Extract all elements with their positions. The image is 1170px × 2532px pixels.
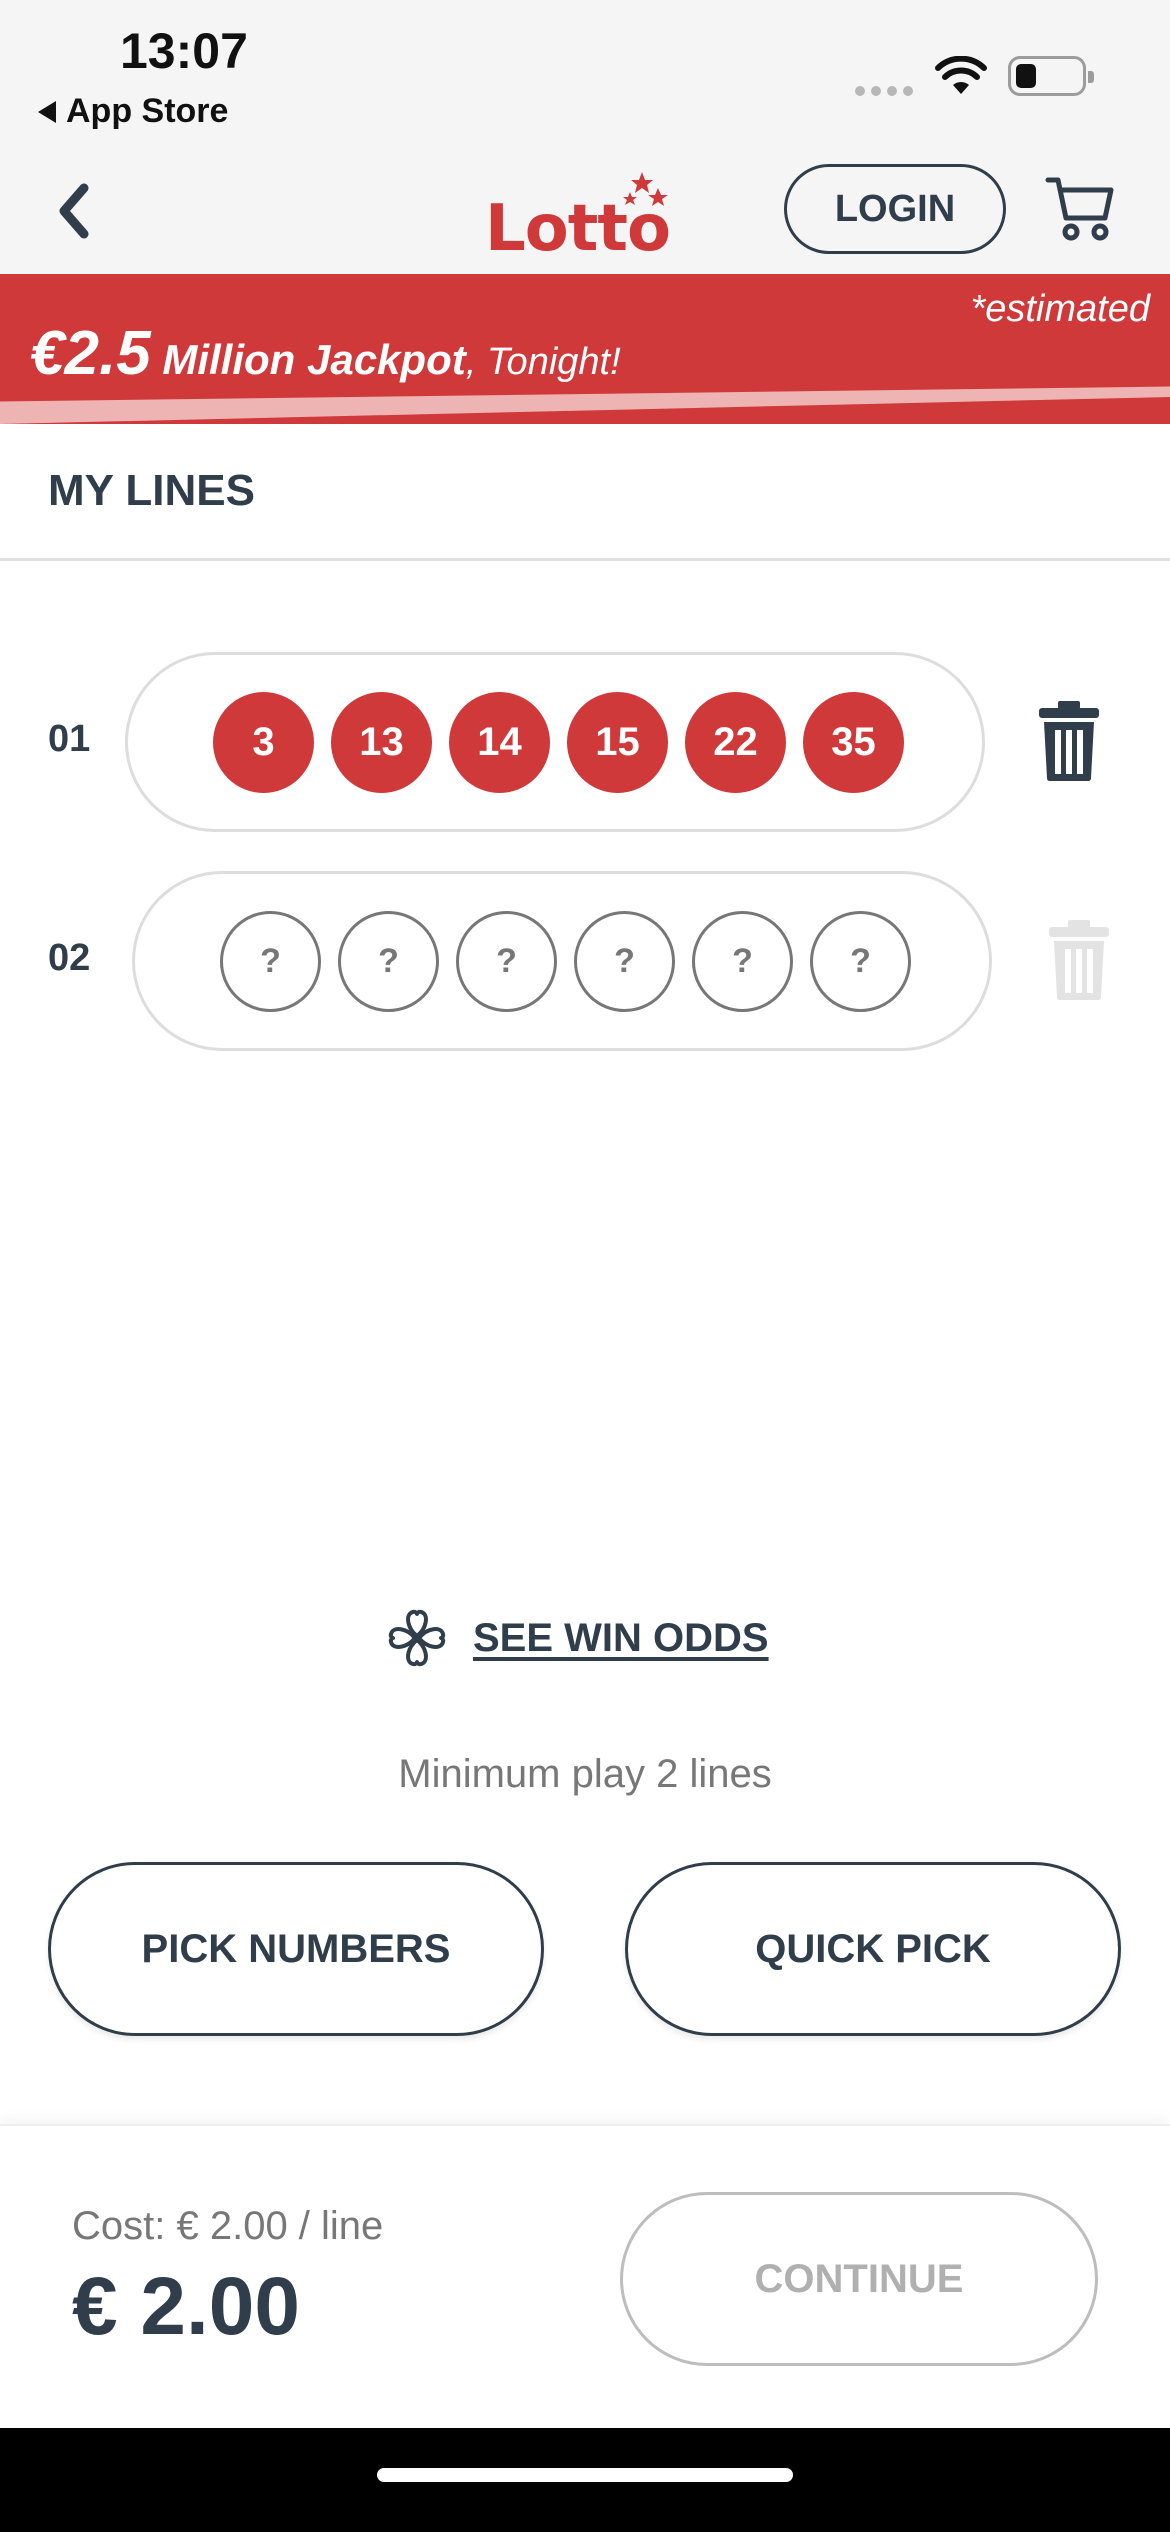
empty-ball: ? <box>456 911 557 1012</box>
back-button[interactable] <box>48 176 98 246</box>
jackpot-amount: €2.5 <box>30 319 151 388</box>
number-ball: 14 <box>449 692 550 793</box>
jackpot-banner: *estimated €2.5 Million Jackpot, Tonight… <box>0 274 1170 424</box>
estimated-note: *estimated <box>970 288 1150 330</box>
line-pill[interactable]: ? ? ? ? ? ? <box>132 871 992 1051</box>
empty-ball: ? <box>338 911 439 1012</box>
empty-ball: ? <box>220 911 321 1012</box>
trash-icon <box>1049 920 1109 1000</box>
trash-icon <box>1039 701 1099 781</box>
cellular-signal-icon <box>855 86 913 96</box>
delete-line-button-disabled[interactable] <box>1048 919 1110 1006</box>
minimum-play-note: Minimum play 2 lines <box>398 1752 772 1796</box>
lotto-logo: Lotto <box>485 170 685 266</box>
number-ball: 22 <box>685 692 786 793</box>
status-time: 13:07 <box>120 23 248 79</box>
line-balls: ? ? ? ? ? ? <box>220 911 911 1012</box>
quick-pick-button[interactable]: QUICK PICK <box>625 1862 1121 2036</box>
logo-stars-icon <box>623 172 668 206</box>
empty-ball: ? <box>692 911 793 1012</box>
section-title: MY LINES <box>48 466 256 515</box>
top-nav: Lotto LOGIN <box>0 150 1170 274</box>
number-ball: 3 <box>213 692 314 793</box>
clover-icon <box>388 1609 446 1667</box>
chevron-left-icon <box>59 183 89 239</box>
jackpot-suffix: , Tonight! <box>465 341 621 383</box>
login-button[interactable]: LOGIN <box>784 164 1006 254</box>
jackpot-title: Million Jackpot <box>150 336 466 383</box>
back-to-app-store[interactable]: App Store <box>38 92 228 131</box>
line-number: 01 <box>48 718 91 760</box>
see-win-odds-link[interactable]: SEE WIN ODDS <box>385 1606 769 1670</box>
section-divider <box>0 558 1170 561</box>
line-balls: 3 13 14 15 22 35 <box>213 692 904 793</box>
pick-numbers-button[interactable]: PICK NUMBERS <box>48 1862 544 2036</box>
line-pill[interactable]: 3 13 14 15 22 35 <box>125 652 985 832</box>
delete-line-button[interactable] <box>1038 700 1100 787</box>
status-bar: 13:07 App Store <box>0 0 1170 150</box>
home-indicator-bar <box>0 2428 1170 2532</box>
checkout-footer: Cost: € 2.00 / line € 2.00 CONTINUE <box>0 2124 1170 2428</box>
number-ball: 15 <box>567 692 668 793</box>
back-triangle-icon <box>38 100 56 123</box>
jackpot-headline: €2.5 Million Jackpot, Tonight! <box>30 318 621 389</box>
cart-button[interactable] <box>1045 172 1115 249</box>
empty-ball: ? <box>574 911 675 1012</box>
line-row: 02 ? ? ? ? ? ? <box>0 871 1170 1053</box>
shopping-cart-icon <box>1045 177 1114 241</box>
number-ball: 13 <box>331 692 432 793</box>
see-win-odds-label: SEE WIN ODDS <box>473 1615 769 1660</box>
home-indicator[interactable] <box>377 2468 793 2482</box>
continue-button[interactable]: CONTINUE <box>620 2192 1098 2366</box>
line-row: 01 3 13 14 15 22 35 <box>0 652 1170 834</box>
cost-per-line: Cost: € 2.00 / line <box>72 2204 384 2248</box>
total-cost: € 2.00 <box>72 2261 300 2352</box>
number-ball: 35 <box>803 692 904 793</box>
back-app-label: App Store <box>66 92 229 130</box>
line-number: 02 <box>48 937 91 979</box>
wifi-icon <box>935 56 987 94</box>
empty-ball: ? <box>810 911 911 1012</box>
battery-icon <box>1008 56 1094 96</box>
